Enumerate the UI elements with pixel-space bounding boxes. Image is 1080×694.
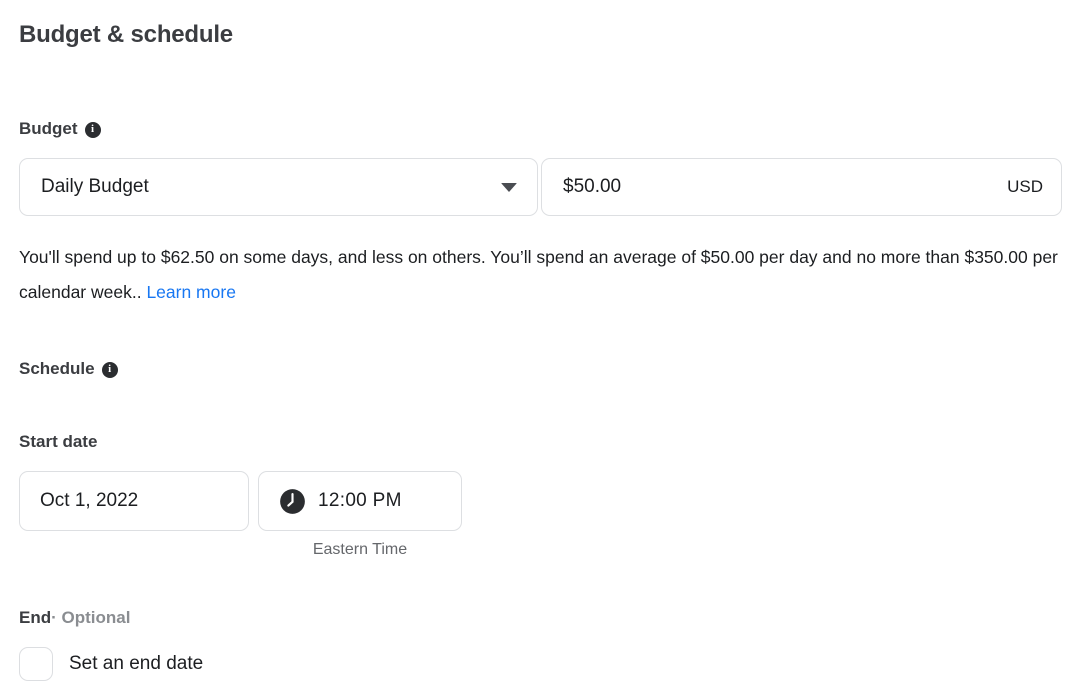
- end-label-text: End: [19, 608, 52, 627]
- start-date-label: Start date: [19, 432, 98, 451]
- start-time-block: 12:00 PM Eastern Time: [258, 471, 462, 560]
- budget-and-schedule-panel: Budget & schedule Budget i Daily Budget …: [0, 0, 1080, 694]
- budget-type-select[interactable]: Daily Budget: [19, 158, 538, 216]
- set-end-date-row[interactable]: Set an end date: [19, 647, 203, 681]
- budget-amount-field[interactable]: $50.00 USD: [541, 158, 1062, 216]
- budget-type-value: Daily Budget: [41, 176, 149, 197]
- info-icon-glyph: i: [108, 363, 112, 375]
- budget-label-text: Budget: [19, 119, 78, 138]
- end-label-separator: ·: [51, 608, 57, 627]
- set-end-date-label[interactable]: Set an end date: [69, 653, 203, 675]
- currency-label: USD: [1007, 177, 1043, 196]
- start-date-input[interactable]: Oct 1, 2022: [19, 471, 249, 531]
- set-end-date-checkbox[interactable]: [19, 647, 53, 681]
- budget-help-text: You'll spend up to $62.50 on some days, …: [19, 240, 1062, 310]
- timezone-label: Eastern Time: [312, 541, 408, 558]
- info-icon-glyph: i: [91, 123, 95, 135]
- budget-section-label: Budget i: [19, 118, 101, 140]
- clock-icon: [280, 488, 305, 514]
- start-date-value: Oct 1, 2022: [40, 490, 139, 511]
- schedule-fields-row: Oct 1, 2022 12:00 PM Eastern Time: [19, 471, 462, 560]
- start-time-value: 12:00 PM: [318, 490, 402, 511]
- schedule-section-label: Schedule i: [19, 358, 118, 380]
- budget-fields-row: Daily Budget $50.00 USD: [19, 158, 1062, 216]
- budget-amount-input[interactable]: $50.00: [563, 176, 621, 198]
- chevron-down-icon[interactable]: [501, 182, 517, 192]
- learn-more-link[interactable]: Learn more: [146, 282, 236, 302]
- info-icon[interactable]: i: [84, 122, 101, 138]
- info-icon[interactable]: i: [101, 362, 118, 378]
- schedule-label-text: Schedule: [19, 359, 95, 378]
- end-section-label: End· Optional: [19, 607, 130, 629]
- end-optional-text: Optional: [61, 608, 131, 627]
- page-title: Budget & schedule: [19, 21, 233, 48]
- start-time-input[interactable]: 12:00 PM: [258, 471, 462, 531]
